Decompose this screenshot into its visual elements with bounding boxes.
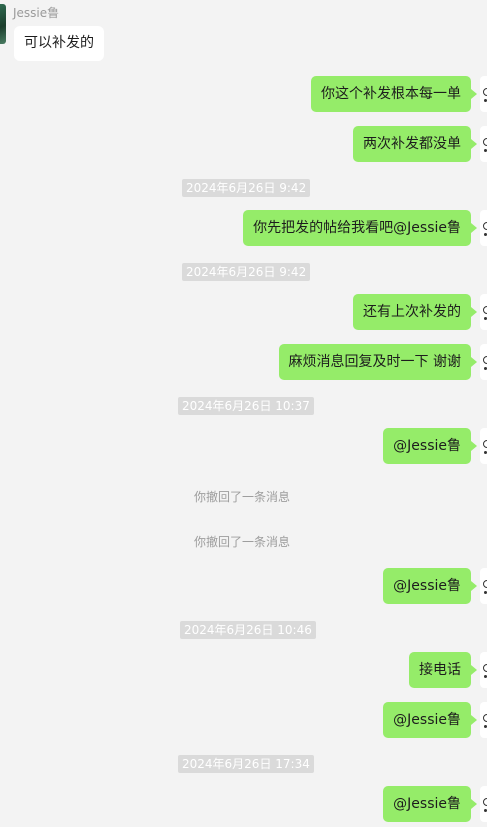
sender-name: Jessie鲁	[13, 6, 60, 20]
timestamp: 2024年6月26日 10:46	[180, 621, 316, 639]
outgoing-message-bubble[interactable]: 麻烦消息回复及时一下 谢谢	[278, 344, 478, 380]
outgoing-message-bubble[interactable]: 你这个补发根本每一单	[311, 76, 477, 112]
my-avatar[interactable]	[480, 568, 487, 604]
my-avatar[interactable]	[480, 652, 487, 688]
timestamp: 2024年6月26日 10:37	[178, 397, 314, 415]
timestamp: 2024年6月26日 17:34	[178, 755, 314, 773]
message-row: 你这个补发根本每一单	[0, 76, 487, 112]
recall-notice: 你撤回了一条消息	[194, 490, 291, 504]
my-avatar[interactable]	[480, 76, 487, 112]
outgoing-message-bubble[interactable]: @Jessie鲁	[383, 428, 477, 464]
outgoing-message-bubble[interactable]: 两次补发都没单	[353, 126, 477, 162]
my-avatar[interactable]	[480, 428, 487, 464]
my-avatar[interactable]	[480, 294, 487, 330]
recall-notice: 你撤回了一条消息	[194, 535, 291, 549]
outgoing-message-bubble[interactable]: @Jessie鲁	[383, 568, 477, 604]
outgoing-message-bubble[interactable]: @Jessie鲁	[383, 786, 477, 822]
contact-avatar[interactable]	[0, 4, 6, 44]
message-row: @Jessie鲁	[0, 702, 487, 738]
timestamp: 2024年6月26日 9:42	[182, 179, 311, 197]
my-avatar[interactable]	[480, 786, 487, 822]
timestamp: 2024年6月26日 9:42	[182, 263, 311, 281]
outgoing-message-bubble[interactable]: 接电话	[409, 652, 477, 688]
message-row: @Jessie鲁	[0, 786, 487, 822]
chat-area: Jessie鲁 可以补发的 你这个补发根本每一单 两次补发都没单 2024年6月…	[0, 0, 487, 827]
message-row: 麻烦消息回复及时一下 谢谢	[0, 344, 487, 380]
message-row: @Jessie鲁	[0, 428, 487, 464]
outgoing-message-bubble[interactable]: 还有上次补发的	[353, 294, 477, 330]
message-row: 接电话	[0, 652, 487, 688]
message-row: 还有上次补发的	[0, 294, 487, 330]
message-row: 两次补发都没单	[0, 126, 487, 162]
my-avatar[interactable]	[480, 344, 487, 380]
message-row: @Jessie鲁	[0, 568, 487, 604]
incoming-message-bubble[interactable]: 可以补发的	[14, 26, 104, 61]
my-avatar[interactable]	[480, 702, 487, 738]
my-avatar[interactable]	[480, 210, 487, 246]
outgoing-message-bubble[interactable]: @Jessie鲁	[383, 702, 477, 738]
outgoing-message-bubble[interactable]: 你先把发的帖给我看吧@Jessie鲁	[243, 210, 477, 246]
my-avatar[interactable]	[480, 126, 487, 162]
message-row: 你先把发的帖给我看吧@Jessie鲁	[0, 210, 487, 246]
